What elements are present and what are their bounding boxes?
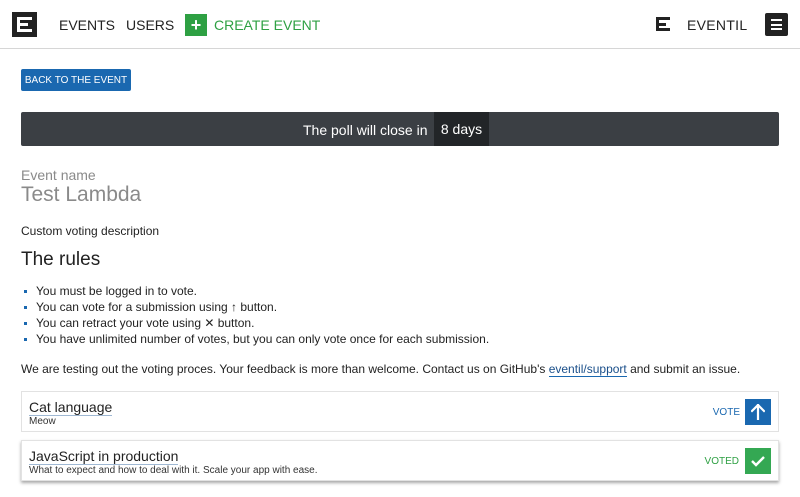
arrow-up-icon [751,404,765,420]
vote-label: VOTE [712,407,740,418]
bullet-icon [24,305,27,309]
note-text-after: and submit an issue. [626,362,741,376]
github-support-link[interactable]: eventil/support [548,362,627,377]
feedback-note: We are testing out the voting proces. Yo… [21,362,741,377]
nav-users-link[interactable]: USERS [126,17,174,33]
hamburger-menu-icon[interactable] [765,13,788,36]
rule-text: You must be logged in to vote. [36,284,198,298]
voted-button[interactable] [745,448,771,474]
submission-card: JavaScript in production What to expect … [21,440,779,481]
list-item: You can vote for a submission using ↑ bu… [21,299,489,315]
submission-description: Meow [29,416,56,427]
rules-heading: The rules [21,249,101,270]
submission-card: Cat language Meow VOTE [21,391,779,432]
plus-icon: + [185,14,207,36]
rule-text: You can vote for a submission using ↑ bu… [36,300,278,314]
rule-text: You can retract your vote using ✕ button… [36,316,255,330]
list-item: You have unlimited number of votes, but … [21,331,489,347]
submission-title-link[interactable]: JavaScript in production [29,448,179,465]
top-navbar: EVENTS USERS + CREATE EVENT EVENTIL [0,0,800,49]
nav-events-link[interactable]: EVENTS [59,17,115,33]
poll-remaining-badge: 8 days [434,112,489,146]
create-event-label: CREATE EVENT [214,17,321,33]
event-name-label: Event name [21,167,96,183]
bullet-icon [24,289,27,293]
checkmark-icon [751,456,765,467]
submission-title-link[interactable]: Cat language [29,399,113,416]
poll-close-text: The poll will close in [303,122,428,138]
rule-text: You have unlimited number of votes, but … [36,332,490,346]
list-item: You must be logged in to vote. [21,283,489,299]
rules-list: You must be logged in to vote. You can v… [21,283,489,347]
bullet-icon [24,321,27,325]
submission-description: What to expect and how to deal with it. … [29,465,318,476]
list-item: You can retract your vote using ✕ button… [21,315,489,331]
create-event-button[interactable]: + CREATE EVENT [185,14,320,36]
eventil-logo-icon[interactable] [12,12,37,37]
brand-name[interactable]: EVENTIL [687,17,747,33]
eventil-brand-icon [656,17,670,31]
custom-voting-description: Custom voting description [21,224,160,238]
poll-countdown-bar: The poll will close in 8 days [21,112,779,146]
back-to-event-button[interactable]: BACK TO THE EVENT [21,69,131,91]
vote-button[interactable] [745,399,771,425]
event-name: Test Lambda [21,183,142,206]
voted-label: VOTED [704,456,739,467]
bullet-icon [24,337,27,341]
note-text-before: We are testing out the voting proces. Yo… [21,362,549,376]
